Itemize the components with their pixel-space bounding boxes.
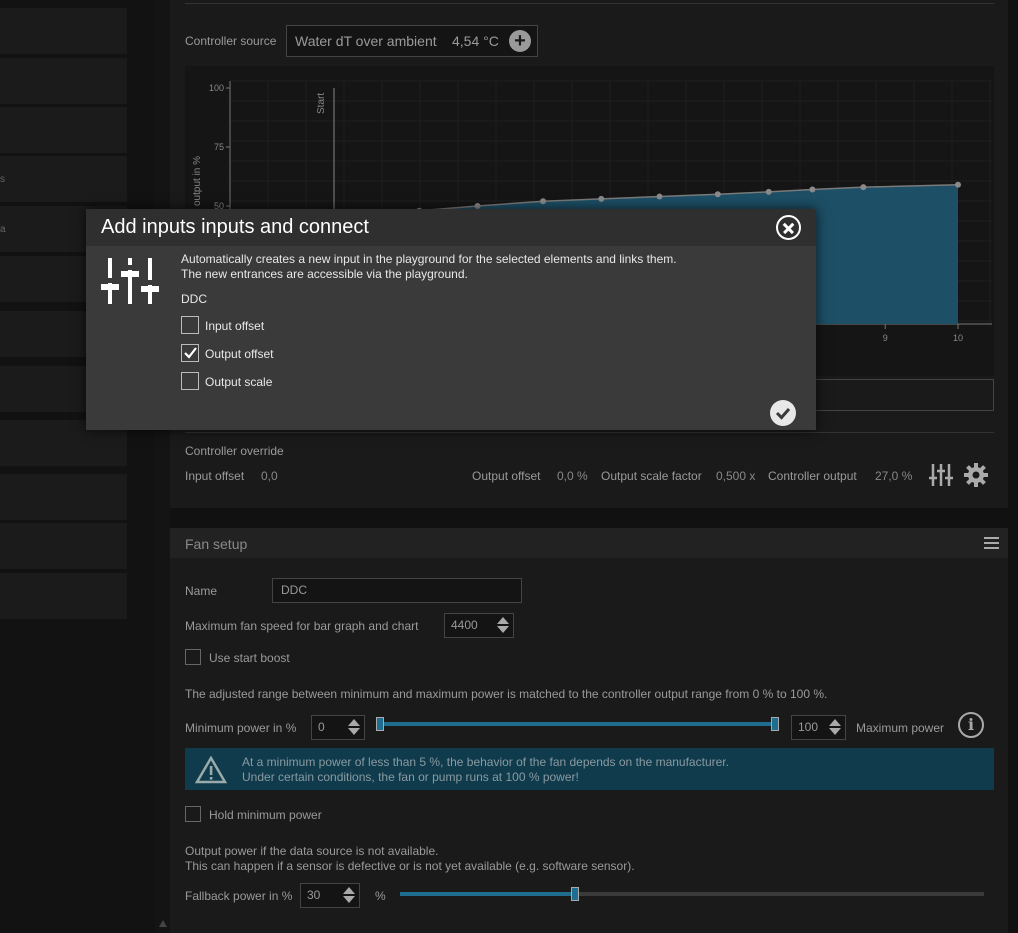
chart-point xyxy=(714,191,721,198)
min-power-label: Minimum power in % xyxy=(185,721,297,735)
option-label: Output offset xyxy=(205,347,274,361)
dialog-description-1: Automatically creates a new input in the… xyxy=(181,252,677,266)
warning-icon xyxy=(195,756,227,784)
fallback-unit: % xyxy=(375,889,386,903)
fan-setup-title: Fan setup xyxy=(185,536,248,552)
input-offset-label: Input offset xyxy=(185,469,245,483)
sidebar-item-label: a xyxy=(0,224,6,235)
fallback-note-1: Output power if the data source is not a… xyxy=(185,844,439,858)
max-power-stepper[interactable]: 100 xyxy=(791,715,846,740)
output-offset-label: Output offset xyxy=(472,469,541,483)
chart-point xyxy=(656,193,663,200)
add-icon[interactable]: + xyxy=(509,30,531,52)
chart-point xyxy=(598,195,605,202)
option-label: Output scale xyxy=(205,375,273,389)
power-range-slider[interactable] xyxy=(380,722,776,726)
controller-source-reading: 4,54 °C xyxy=(452,33,499,49)
fallback-value: 30 xyxy=(307,888,321,902)
stepper-arrows-icon[interactable] xyxy=(829,718,841,736)
sidebar-scroll-gutter[interactable] xyxy=(155,0,170,933)
checkmark-icon xyxy=(184,347,197,359)
name-input[interactable]: DDC xyxy=(272,578,522,603)
sidebar-item[interactable] xyxy=(0,107,127,153)
sidebar-item[interactable] xyxy=(0,8,127,54)
scroll-up-icon[interactable] xyxy=(159,920,167,927)
sliders-icon xyxy=(101,258,159,304)
start-marker-label: Start xyxy=(316,93,327,114)
controller-override-label: Controller override xyxy=(185,444,284,458)
output-offset-checkbox[interactable] xyxy=(181,344,199,362)
sidebar-item[interactable] xyxy=(0,58,127,104)
input-offset-value: 0,0 xyxy=(261,469,278,483)
output-scale-checkbox[interactable] xyxy=(181,372,199,390)
output-offset-value: 0,0 % xyxy=(557,469,588,483)
x-tick-label: 10 xyxy=(953,333,963,343)
hold-minimum-checkbox[interactable] xyxy=(185,806,201,822)
divider xyxy=(185,3,994,4)
stepper-arrows-icon[interactable] xyxy=(497,616,509,634)
range-note: The adjusted range between minimum and m… xyxy=(185,687,828,701)
sidebar: s a xyxy=(0,0,155,933)
gear-icon[interactable] xyxy=(963,462,989,488)
chart-ylabel: output in % xyxy=(192,156,203,206)
dialog-title: Add inputs inputs and connect xyxy=(101,216,369,238)
sidebar-item[interactable] xyxy=(0,523,127,569)
fan-setup-header xyxy=(170,528,1008,558)
chart-point xyxy=(765,188,772,195)
max-speed-label: Maximum fan speed for bar graph and char… xyxy=(185,619,419,633)
menu-icon[interactable] xyxy=(984,537,999,551)
hold-minimum-label: Hold minimum power xyxy=(209,808,322,822)
dialog-description-2: The new entrances are accessible via the… xyxy=(181,267,468,281)
warning-line-1: At a minimum power of less than 5 %, the… xyxy=(242,755,729,769)
chart-point xyxy=(809,186,816,193)
checkmark-icon xyxy=(775,408,791,420)
stepper-arrows-icon[interactable] xyxy=(343,886,355,904)
max-speed-value: 4400 xyxy=(451,618,478,632)
close-icon[interactable] xyxy=(776,215,801,240)
confirm-button[interactable] xyxy=(770,400,796,426)
sidebar-item[interactable] xyxy=(0,474,127,520)
sliders-icon[interactable] xyxy=(928,462,954,488)
stepper-arrows-icon[interactable] xyxy=(348,718,360,736)
chart-point xyxy=(860,184,867,191)
option-label: Input offset xyxy=(205,319,265,333)
min-power-value: 0 xyxy=(318,720,325,734)
max-power-value: 100 xyxy=(798,720,819,734)
fallback-note-2: This can happen if a sensor is defective… xyxy=(185,859,635,873)
warning-line-2: Under certain conditions, the fan or pum… xyxy=(242,770,579,784)
info-icon[interactable]: i xyxy=(958,712,984,738)
sidebar-item[interactable] xyxy=(0,573,127,619)
sidebar-item[interactable]: s xyxy=(0,156,127,202)
fallback-label: Fallback power in % xyxy=(185,889,293,903)
max-speed-stepper[interactable]: 4400 xyxy=(444,613,514,638)
y-tick-label: 100 xyxy=(209,83,224,93)
controller-source-label: Controller source xyxy=(185,34,277,48)
max-power-thumb[interactable] xyxy=(771,717,779,731)
fallback-slider-fill xyxy=(400,892,575,896)
min-power-stepper[interactable]: 0 xyxy=(311,715,365,740)
input-offset-checkbox[interactable] xyxy=(181,316,199,334)
max-power-label: Maximum power xyxy=(856,721,945,735)
controller-source-value: Water dT over ambient xyxy=(295,33,437,49)
divider xyxy=(185,432,994,433)
fallback-thumb[interactable] xyxy=(571,887,579,901)
controller-output-label: Controller output xyxy=(768,469,857,483)
chart-point xyxy=(540,198,547,205)
y-tick-label: 75 xyxy=(214,142,224,152)
fallback-stepper[interactable]: 30 xyxy=(300,883,360,908)
min-power-thumb[interactable] xyxy=(376,717,384,731)
x-tick-label: 9 xyxy=(883,333,888,343)
controller-source-select[interactable]: Water dT over ambient 4,54 °C + xyxy=(286,25,538,57)
output-scale-value: 0,500 x xyxy=(716,469,756,483)
start-boost-label: Use start boost xyxy=(209,651,290,665)
start-boost-checkbox[interactable] xyxy=(185,649,201,665)
chart-point xyxy=(955,181,961,188)
dialog-group-label: DDC xyxy=(181,292,207,306)
controller-output-value: 27,0 % xyxy=(875,469,913,483)
output-scale-label: Output scale factor xyxy=(601,469,702,483)
name-label: Name xyxy=(185,584,218,598)
sidebar-item-label: s xyxy=(0,174,5,185)
